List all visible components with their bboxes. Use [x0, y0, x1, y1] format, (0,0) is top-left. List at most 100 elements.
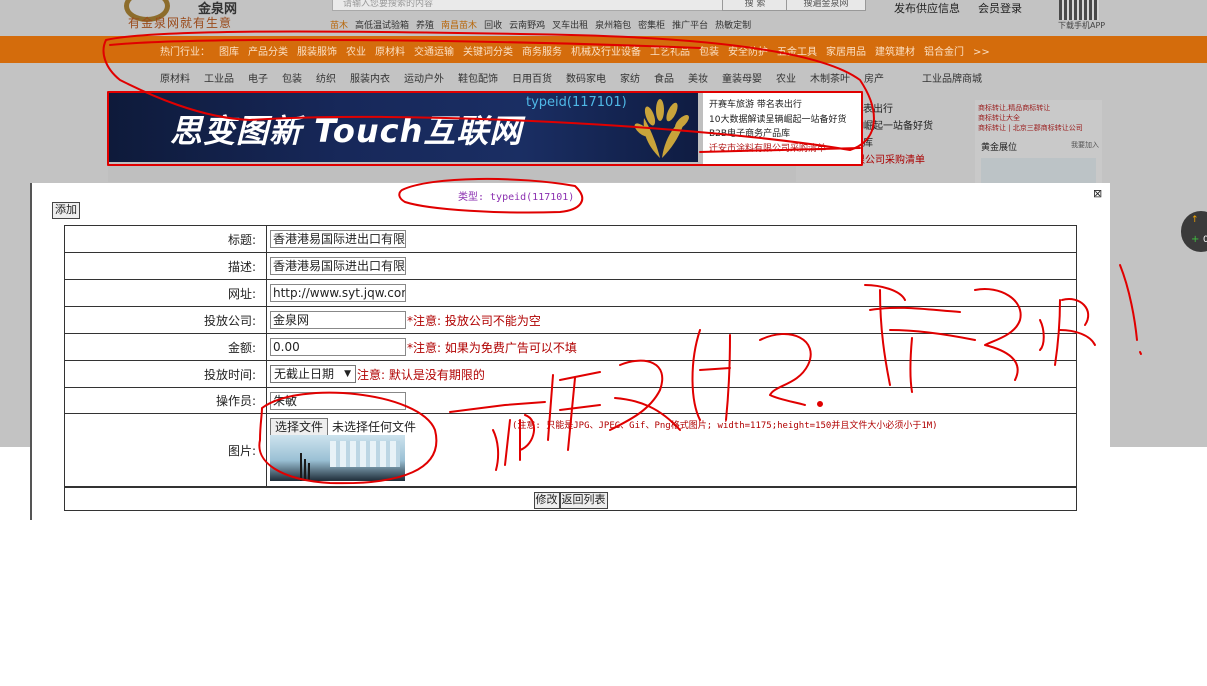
ad-form-table: 标题: 香港港易国际进出口有限 描述: 香港港易国际进出口有限 网址: http… [64, 225, 1077, 511]
category-item[interactable]: 工业品牌商城 [922, 74, 982, 85]
image-label: 图片: [65, 414, 267, 486]
description-label: 描述: [65, 253, 267, 279]
hot-industry-item[interactable]: 建筑建材 [875, 47, 915, 58]
search-all-button[interactable]: 搜遍金泉网 [786, 0, 866, 11]
hot-search-link[interactable]: 养殖 [416, 21, 434, 31]
logo-slogan: 有金泉网就有生意 [128, 16, 233, 30]
category-item[interactable]: 数码家电 [566, 74, 606, 85]
site-logo[interactable]: 金泉网 有金泉网就有生意 [118, 0, 258, 34]
banner-typeid: typeid(117101) [526, 95, 627, 110]
time-select[interactable]: 无截止日期 ▼ [270, 365, 356, 383]
hot-industry-item[interactable]: 图库 [219, 47, 239, 58]
banner-news-item[interactable]: B2B电子商务产品库 [709, 127, 863, 142]
arrow-up-icon[interactable]: ↑ [1191, 215, 1199, 225]
title-input[interactable]: 香港港易国际进出口有限 [270, 230, 406, 248]
company-note: *注意: 投放公司不能为空 [407, 313, 541, 328]
trademark-link[interactable]: 商标转让大全 [978, 113, 1083, 123]
publish-supply-link[interactable]: 发布供应信息 [894, 0, 960, 16]
form-row-company: 投放公司: 金泉网 *注意: 投放公司不能为空 [65, 307, 1076, 334]
url-label: 网址: [65, 280, 267, 306]
banner-news-item[interactable]: 迁安市涂料有限公司采购清单 [709, 142, 863, 157]
hot-industry-item[interactable]: 农业 [346, 47, 366, 58]
url-input[interactable]: http://www.syt.jqw.com/d [270, 284, 406, 302]
add-button[interactable]: 添加 [52, 202, 80, 219]
hot-search-link[interactable]: 高低温试验箱 [355, 21, 409, 31]
amount-note: *注意: 如果为免费广告可以不填 [407, 340, 577, 355]
hot-search-links: 苗木 高低温试验箱 养殖 南昌苗木 回收 云南野鸡 叉车出租 泉州箱包 密集柜 推广平台 热敏定制 [330, 18, 758, 31]
category-item[interactable]: 美妆 [688, 74, 708, 85]
choose-file-button[interactable]: 选择文件 [270, 418, 329, 436]
search-input[interactable]: 请输入您要搜索的内容 [332, 0, 724, 11]
description-input[interactable]: 香港港易国际进出口有限 [270, 257, 406, 275]
image-preview [270, 435, 405, 481]
hot-industry-item[interactable]: 安全防护 [728, 47, 768, 58]
company-label: 投放公司: [65, 307, 267, 333]
category-item[interactable]: 农业 [776, 74, 796, 85]
gold-booth-title: 黄金展位 [981, 143, 1018, 153]
category-nav: 原材料 工业品 电子 包装 纺织 服装内衣 运动户外 鞋包配饰 日用百货 数码家电 家纺 食品 美妆 童装… [160, 70, 996, 85]
company-input[interactable]: 金泉网 [270, 311, 406, 329]
laurel-icon [634, 99, 689, 158]
hot-industry-item[interactable]: 机械及行业设备 [571, 47, 641, 58]
back-to-list-button[interactable]: 返回列表 [559, 492, 608, 509]
hot-search-link[interactable]: 叉车出租 [552, 21, 588, 31]
hot-industry-item[interactable]: 产品分类 [248, 47, 288, 58]
category-item[interactable]: 食品 [654, 74, 674, 85]
category-item[interactable]: 鞋包配饰 [458, 74, 498, 85]
hot-industry-item[interactable]: 商务服务 [522, 47, 562, 58]
category-item[interactable]: 家纺 [620, 74, 640, 85]
hot-search-link[interactable]: 云南野鸡 [509, 21, 545, 31]
file-status: 未选择任何文件 [332, 420, 417, 434]
trademark-link[interactable]: 商标转让 | 北京三郡商标转让公司 [978, 123, 1083, 133]
category-item[interactable]: 电子 [248, 74, 268, 85]
top-banner[interactable]: 思变图新 Touch互联网 typeid(117101) 开赛车旅游 带名表出行… [108, 92, 863, 166]
hot-search-link[interactable]: 推广平台 [672, 21, 708, 31]
category-item[interactable]: 木制茶叶 [810, 74, 850, 85]
gold-booth-join-link[interactable]: 我要加入 [1071, 140, 1099, 150]
hot-industry-item[interactable]: 铝合金门 [924, 47, 964, 58]
form-actions: 修改 返回列表 [64, 487, 1077, 511]
hot-search-link[interactable]: 热敏定制 [715, 21, 751, 31]
form-row-operator: 操作员: 朱敏 [65, 388, 1076, 414]
member-login-link[interactable]: 会员登录 [978, 0, 1022, 16]
plus-icon[interactable]: + [1191, 234, 1199, 245]
hot-industry-nav: 热门行业： 图库 产品分类 服装服饰 农业 原材料 交通运输 关键词分类 商务服务 机械及行业设备… [160, 43, 999, 58]
search-button[interactable]: 搜 索 [722, 0, 788, 11]
form-row-description: 描述: 香港港易国际进出口有限 [65, 253, 1076, 280]
banner-news-item[interactable]: 开赛车旅游 带名表出行 [709, 98, 863, 113]
hot-industry-item[interactable]: 原材料 [375, 47, 405, 58]
operator-input[interactable]: 朱敏 [270, 391, 406, 410]
category-item[interactable]: 纺织 [316, 74, 336, 85]
banner-news-item[interactable]: 10大数据解读呈辆崛起一站备好货 [709, 113, 863, 128]
hot-industry-item[interactable]: 关键词分类 [463, 47, 513, 58]
category-item[interactable]: 工业品 [204, 74, 234, 85]
hot-search-link[interactable]: 南昌苗木 [441, 21, 477, 31]
hot-industry-item[interactable]: 家居用品 [826, 47, 866, 58]
category-item[interactable]: 童装母婴 [722, 74, 762, 85]
time-select-value: 无截止日期 [274, 367, 335, 381]
category-item[interactable]: 原材料 [160, 74, 190, 85]
amount-input[interactable]: 0.00 [270, 338, 406, 356]
trademark-link[interactable]: 商标转让,精品商标转让 [978, 103, 1083, 113]
close-icon[interactable]: ⊠ [1093, 187, 1102, 200]
hot-industry-item[interactable]: 五金工具 [777, 47, 817, 58]
category-item[interactable]: 运动户外 [404, 74, 444, 85]
hot-industry-item[interactable]: 工艺礼品 [650, 47, 690, 58]
hot-search-link[interactable]: 密集柜 [638, 21, 665, 31]
hot-industry-item[interactable]: 交通运输 [414, 47, 454, 58]
hot-industry-item[interactable]: 包装 [699, 47, 719, 58]
hot-search-link[interactable]: 苗木 [330, 21, 348, 31]
category-item[interactable]: 包装 [282, 74, 302, 85]
hot-search-link[interactable]: 泉州箱包 [595, 21, 631, 31]
trademark-links: 商标转让,精品商标转让 商标转让大全 商标转让 | 北京三郡商标转让公司 [978, 103, 1083, 133]
operator-label: 操作员: [65, 388, 267, 413]
category-item[interactable]: 服装内衣 [350, 74, 390, 85]
hot-industry-item[interactable]: 服装服饰 [297, 47, 337, 58]
time-label: 投放时间: [65, 361, 267, 387]
form-row-title: 标题: 香港港易国际进出口有限 [65, 226, 1076, 253]
modify-button[interactable]: 修改 [533, 492, 560, 509]
hot-industry-more[interactable]: >> [973, 47, 990, 58]
hot-search-link[interactable]: 回收 [484, 21, 502, 31]
category-item[interactable]: 房产 [864, 74, 884, 85]
category-item[interactable]: 日用百货 [512, 74, 552, 85]
